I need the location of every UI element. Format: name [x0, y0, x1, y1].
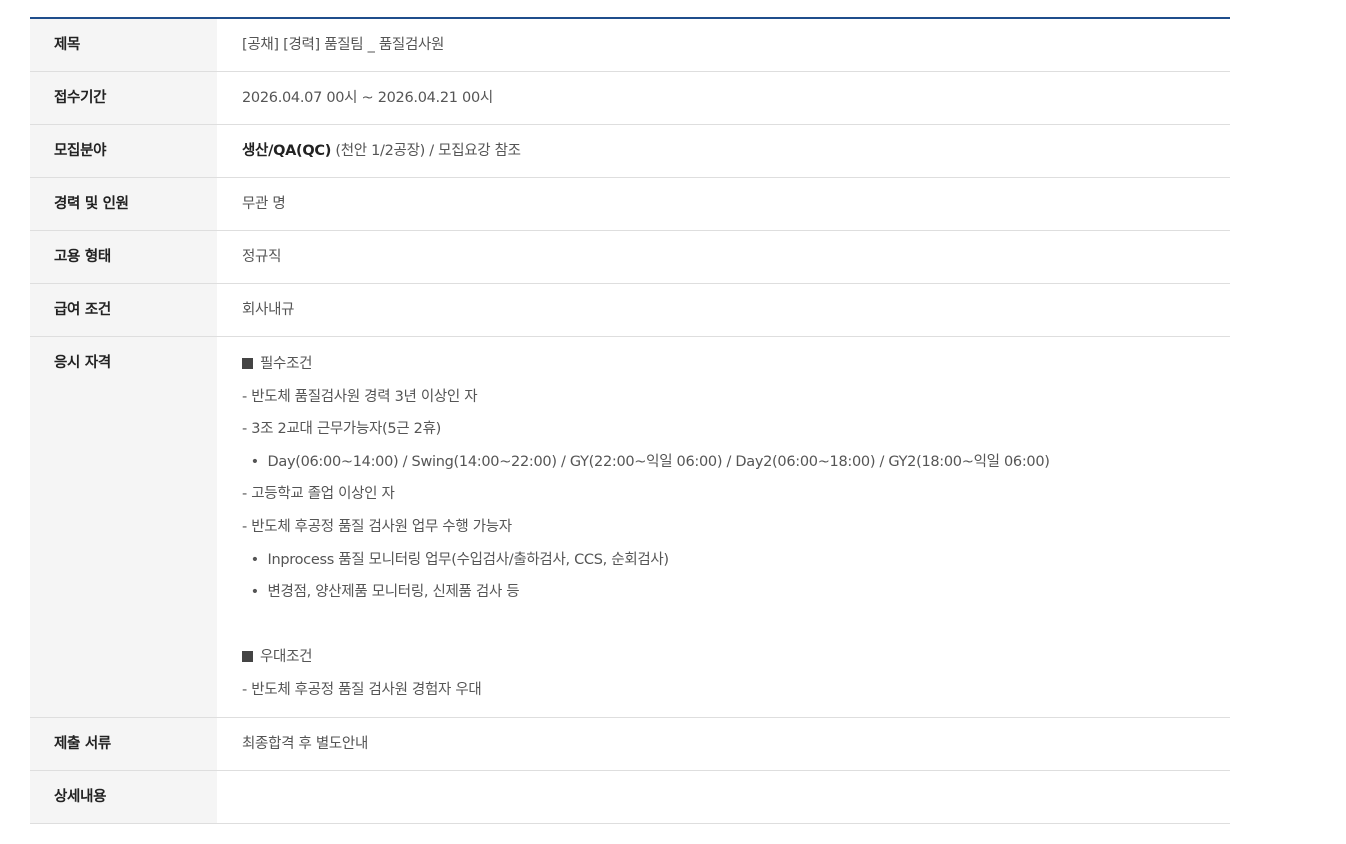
qualification-line: • 변경점, 양산제품 모니터링, 신제품 검사 등	[242, 584, 520, 601]
black-square-icon	[242, 358, 253, 369]
job-posting-table: 제목 [공채] [경력] 품질팀 _ 품질검사원 접수기간 2026.04.07…	[30, 17, 1230, 824]
title-value: [공채] [경력] 품질팀 _ 품질검사원	[242, 37, 445, 53]
qualification-line: - 반도체 후공정 품질 검사원 업무 수행 가능자	[242, 518, 512, 535]
qualification-line: - 3조 2교대 근무가능자(5근 2휴)	[242, 421, 441, 438]
application-period-value: 2026.04.07 00시 ~ 2026.04.21 00시	[242, 90, 493, 106]
qualification-line: • Inprocess 품질 모니터링 업무(수입검사/출하검사, CCS, 순…	[242, 551, 669, 568]
details-label: 상세내용	[30, 770, 217, 823]
row-employment-type: 고용 형태 정규직	[30, 231, 1230, 284]
documents-label: 제출 서류	[30, 717, 217, 770]
qualification-line: - 반도체 품질검사원 경력 3년 이상인 자	[242, 388, 478, 405]
employment-type-value: 정규직	[242, 249, 282, 265]
experience-headcount-value: 무관 명	[242, 196, 286, 212]
black-square-icon	[242, 651, 253, 663]
qualifications-value: 필수조건 - 반도체 품질검사원 경력 3년 이상인 자 - 3조 2교대 근무…	[217, 337, 1230, 717]
salary-label: 급여 조건	[30, 284, 217, 336]
row-details: 상세내용	[30, 770, 1230, 824]
title-label: 제목	[30, 19, 217, 71]
employment-type-label: 고용 형태	[30, 231, 217, 283]
documents-value: 최종합격 후 별도안내	[242, 735, 368, 752]
recruitment-field-bold: 생산/QA(QC)	[242, 143, 332, 159]
qualification-blank-line	[242, 609, 1230, 642]
recruitment-field-label: 모집분야	[30, 125, 217, 177]
row-qualifications: 응시 자격 필수조건 - 반도체 품질검사원 경력 3년 이상인 자 - 3조 …	[30, 337, 1230, 718]
salary-value: 회사내규	[242, 302, 295, 318]
recruitment-field-rest: (천안 1/2공장) / 모집요강 참조	[331, 143, 521, 159]
qualification-line: 우대조건	[242, 641, 1230, 674]
experience-headcount-label: 경력 및 인원	[30, 178, 217, 230]
row-experience-headcount: 경력 및 인원 무관 명	[30, 178, 1230, 231]
row-salary: 급여 조건 회사내규	[30, 284, 1230, 337]
qualifications-label: 응시 자격	[30, 337, 217, 717]
row-documents: 제출 서류 최종합격 후 별도안내	[30, 717, 1230, 771]
row-title: 제목 [공채] [경력] 품질팀 _ 품질검사원	[30, 19, 1230, 72]
recruitment-field-value: 생산/QA(QC) (천안 1/2공장) / 모집요강 참조	[217, 125, 1230, 177]
qualification-line: - 고등학교 졸업 이상인 자	[242, 486, 395, 503]
qualification-line: • Day(06:00~14:00) / Swing(14:00~22:00) …	[242, 453, 1050, 470]
qualification-line: 필수조건	[242, 348, 1230, 381]
application-period-label: 접수기간	[30, 72, 217, 124]
details-value	[217, 771, 1230, 823]
row-application-period: 접수기간 2026.04.07 00시 ~ 2026.04.21 00시	[30, 72, 1230, 125]
row-recruitment-field: 모집분야 생산/QA(QC) (천안 1/2공장) / 모집요강 참조	[30, 125, 1230, 178]
qualification-line: - 반도체 후공정 품질 검사원 경험자 우대	[242, 681, 482, 698]
